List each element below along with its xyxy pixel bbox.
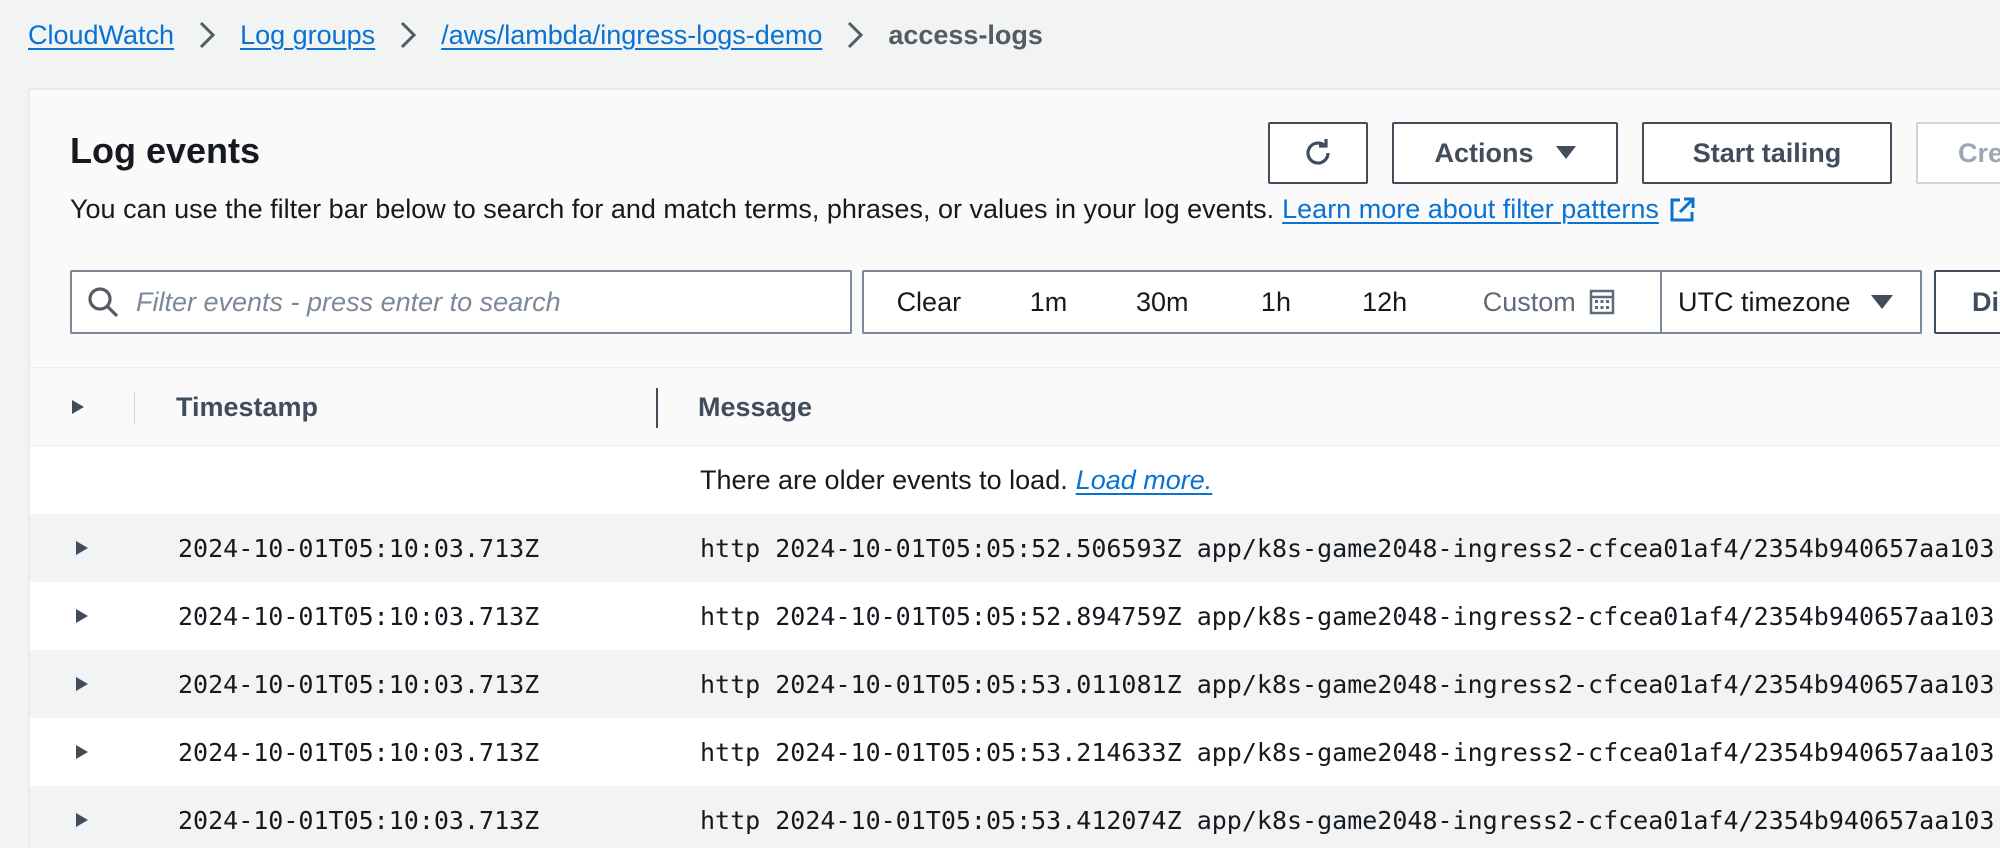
caret-down-icon: [1870, 294, 1893, 310]
timezone-select[interactable]: UTC timezone: [1662, 270, 1922, 334]
panel-description: You can use the filter bar below to sear…: [70, 194, 1697, 225]
range-1h-button[interactable]: 1h: [1221, 272, 1331, 332]
breadcrumb-log-groups-link[interactable]: Log groups: [240, 20, 375, 51]
row-timestamp: 2024-10-01T05:10:03.713Z: [178, 533, 540, 563]
filter-events-input[interactable]: [134, 285, 834, 319]
table-row[interactable]: 2024-10-01T05:10:03.713Z http 2024-10-01…: [30, 650, 2000, 718]
load-more-notice: There are older events to load. Load mor…: [700, 446, 1212, 514]
calendar-icon: [1588, 288, 1616, 316]
range-clear-button[interactable]: Clear: [864, 272, 994, 332]
timezone-value: UTC timezone: [1678, 286, 1851, 317]
expand-row-icon[interactable]: [74, 786, 114, 848]
load-more-text: There are older events to load.: [700, 464, 1068, 495]
search-icon: [86, 285, 120, 319]
expand-row-icon[interactable]: [74, 650, 114, 718]
table-header: Timestamp Message: [30, 368, 2000, 446]
table-row[interactable]: 2024-10-01T05:10:03.713Z http 2024-10-01…: [30, 514, 2000, 582]
row-message: http 2024-10-01T05:05:52.506593Z app/k8s…: [700, 533, 2000, 563]
row-timestamp: 2024-10-01T05:10:03.713Z: [178, 669, 540, 699]
column-header-message[interactable]: Message: [698, 368, 812, 446]
description-text: You can use the filter bar below to sear…: [70, 194, 1275, 224]
table-row[interactable]: 2024-10-01T05:10:03.713Z http 2024-10-01…: [30, 582, 2000, 650]
expand-row-icon[interactable]: [74, 582, 114, 650]
log-events-panel: Log events Actions Start tailing Cre You…: [28, 88, 2000, 848]
row-message: http 2024-10-01T05:05:53.214633Z app/k8s…: [700, 737, 2000, 767]
row-message: http 2024-10-01T05:05:53.412074Z app/k8s…: [700, 805, 2000, 835]
expand-all-toggle[interactable]: [70, 368, 120, 446]
actions-dropdown-button[interactable]: Actions: [1392, 122, 1618, 184]
panel-header: Log events Actions Start tailing Cre You…: [30, 90, 2000, 368]
caret-down-icon: [1555, 146, 1576, 160]
display-button[interactable]: Di: [1934, 270, 2000, 334]
range-30m-button[interactable]: 30m: [1103, 272, 1221, 332]
column-header-timestamp[interactable]: Timestamp: [176, 368, 318, 446]
load-more-row: There are older events to load. Load mor…: [30, 446, 2000, 514]
row-timestamp: 2024-10-01T05:10:03.713Z: [178, 601, 540, 631]
chevron-right-icon: [174, 15, 240, 55]
row-message: http 2024-10-01T05:05:53.011081Z app/k8s…: [700, 669, 2000, 699]
start-tailing-button[interactable]: Start tailing: [1642, 122, 1892, 184]
time-range-selector: Clear 1m 30m 1h 12h Custom: [862, 270, 1664, 334]
breadcrumb: CloudWatch Log groups /aws/lambda/ingres…: [28, 10, 1043, 60]
row-timestamp: 2024-10-01T05:10:03.713Z: [178, 737, 540, 767]
range-custom-button[interactable]: Custom: [1439, 272, 1662, 332]
chevron-right-icon: [822, 15, 888, 55]
filter-events-field[interactable]: [70, 270, 852, 334]
breadcrumb-log-group-link[interactable]: /aws/lambda/ingress-logs-demo: [441, 20, 822, 51]
breadcrumb-current: access-logs: [888, 19, 1043, 50]
refresh-icon: [1300, 135, 1336, 171]
range-1m-button[interactable]: 1m: [994, 272, 1104, 332]
table-row[interactable]: 2024-10-01T05:10:03.713Z http 2024-10-01…: [30, 718, 2000, 786]
external-link-icon[interactable]: [1667, 195, 1697, 225]
table-row[interactable]: 2024-10-01T05:10:03.713Z http 2024-10-01…: [30, 786, 2000, 848]
breadcrumb-cloudwatch-link[interactable]: CloudWatch: [28, 20, 174, 51]
chevron-right-icon: [375, 15, 441, 55]
create-button[interactable]: Cre: [1916, 122, 2000, 184]
expand-row-icon[interactable]: [74, 718, 114, 786]
row-timestamp: 2024-10-01T05:10:03.713Z: [178, 805, 540, 835]
expand-row-icon[interactable]: [74, 514, 114, 582]
row-message: http 2024-10-01T05:05:52.894759Z app/k8s…: [700, 601, 2000, 631]
refresh-button[interactable]: [1268, 122, 1368, 184]
learn-more-link[interactable]: Learn more about filter patterns: [1282, 194, 1659, 225]
log-events-table-body: 2024-10-01T05:10:03.713Z http 2024-10-01…: [30, 514, 2000, 848]
range-custom-label: Custom: [1482, 286, 1576, 317]
actions-label: Actions: [1434, 137, 1534, 168]
page-title: Log events: [70, 130, 261, 171]
caret-right-icon: [72, 400, 84, 414]
column-resize-handle[interactable]: [656, 388, 658, 428]
column-divider: [134, 392, 135, 424]
load-more-link[interactable]: Load more.: [1076, 465, 1213, 496]
range-12h-button[interactable]: 12h: [1331, 272, 1439, 332]
